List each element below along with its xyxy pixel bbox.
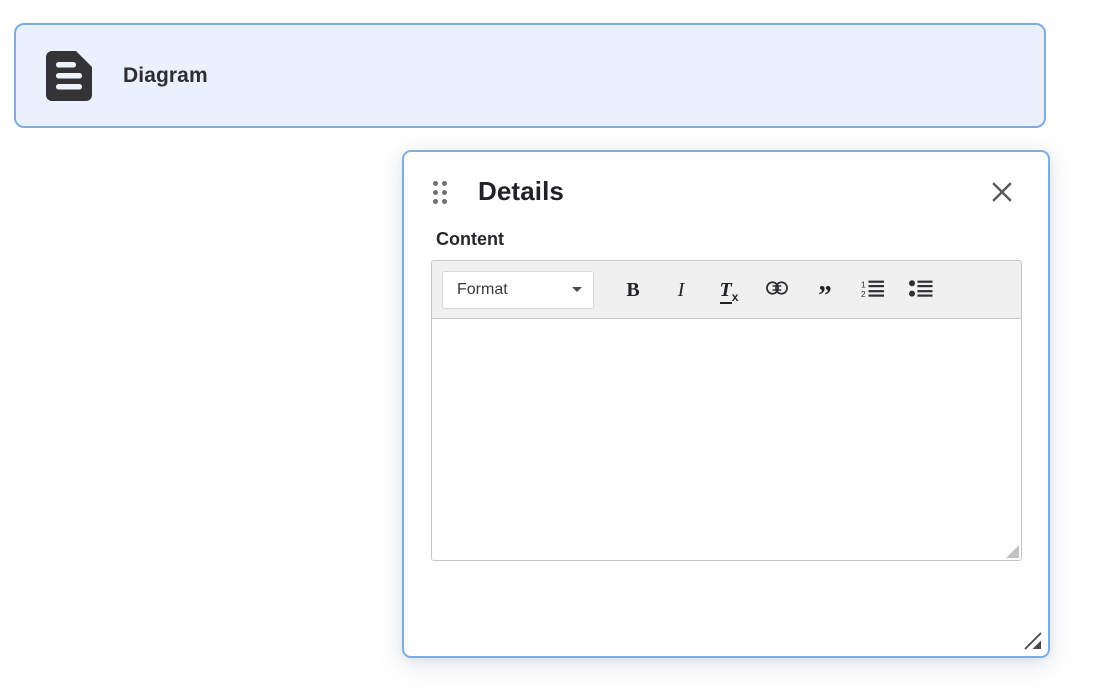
details-dialog: Details Content Format B xyxy=(402,150,1050,658)
close-icon xyxy=(991,181,1013,206)
close-button[interactable] xyxy=(989,180,1015,206)
drag-dots-icon[interactable] xyxy=(433,181,447,203)
link-button[interactable] xyxy=(760,273,794,307)
remove-format-icon: Tx xyxy=(720,280,739,300)
bulleted-list-button[interactable] xyxy=(904,273,938,307)
canvas: Diagram Details Content Form xyxy=(0,0,1102,698)
diagram-node[interactable]: Diagram xyxy=(14,23,1046,128)
document-icon xyxy=(46,51,92,101)
remove-format-letter: T xyxy=(720,279,732,304)
bulleted-list-icon xyxy=(909,279,933,301)
numbered-list-button[interactable]: 1 2 xyxy=(856,273,890,307)
editor-toolbar: Format B I Tx xyxy=(432,261,1021,319)
format-select-value: Format xyxy=(457,282,508,298)
dialog-body: Content Format B I Tx xyxy=(404,230,1048,561)
italic-icon: I xyxy=(678,280,685,300)
bold-icon: B xyxy=(626,280,639,300)
dialog-title: Details xyxy=(478,178,564,204)
rich-text-editor: Format B I Tx xyxy=(431,260,1022,561)
content-textarea[interactable] xyxy=(432,319,1021,560)
blockquote-icon: ” xyxy=(818,290,832,301)
numbered-list-icon: 1 2 xyxy=(861,279,885,301)
diagram-node-label: Diagram xyxy=(123,65,208,86)
remove-format-subscript: x xyxy=(732,290,739,304)
chevron-down-icon xyxy=(572,287,582,292)
editor-content-area xyxy=(432,319,1021,560)
italic-button[interactable]: I xyxy=(664,273,698,307)
link-icon xyxy=(766,280,788,299)
format-select[interactable]: Format xyxy=(442,271,594,309)
remove-format-button[interactable]: Tx xyxy=(712,273,746,307)
content-field-label: Content xyxy=(436,230,1021,248)
svg-text:1: 1 xyxy=(861,279,866,289)
dialog-resize-handle[interactable] xyxy=(1024,632,1042,650)
blockquote-button[interactable]: ” xyxy=(808,273,842,307)
dialog-header: Details xyxy=(404,152,1048,230)
svg-text:2: 2 xyxy=(861,289,866,298)
bold-button[interactable]: B xyxy=(616,273,650,307)
